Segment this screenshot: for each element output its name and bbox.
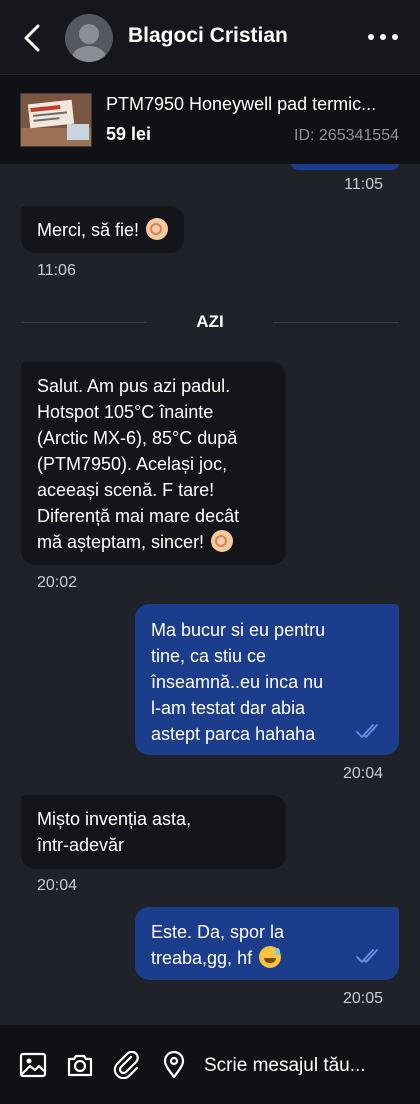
- message-time: 20:05: [342, 990, 383, 1007]
- message-bubble-outgoing: [290, 164, 400, 170]
- more-options-button[interactable]: [368, 28, 398, 46]
- message-composer: Scrie mesajul tău...: [0, 1025, 420, 1104]
- more-horizontal-icon: [368, 34, 374, 40]
- message-text: Mișto invenția asta, într-adevăr: [37, 809, 192, 855]
- message-list[interactable]: 11:05 Merci, să fie! 11:06 AZI Salut. Am…: [0, 164, 420, 1025]
- more-dot: [380, 34, 386, 40]
- image-icon[interactable]: [19, 1051, 47, 1079]
- message-input[interactable]: Scrie mesajul tău...: [204, 1051, 404, 1081]
- product-thumbnail: [20, 93, 92, 147]
- divider-line-right: [273, 322, 399, 323]
- message-bubble-incoming[interactable]: Mișto invenția asta, într-adevăr: [21, 795, 286, 869]
- message-bubble-incoming[interactable]: Merci, să fie!: [21, 206, 185, 253]
- message-time: 11:05: [344, 176, 383, 193]
- message-bubble-incoming[interactable]: Salut. Am pus azi padul. Hotspot 105°C î…: [21, 362, 286, 565]
- listing-id: ID: 265341554: [294, 127, 399, 144]
- paperclip-icon[interactable]: [113, 1051, 141, 1079]
- user-icon: [65, 14, 113, 62]
- message-text: Salut. Am pus azi padul. Hotspot 105°C î…: [37, 376, 240, 552]
- avatar[interactable]: [65, 14, 113, 62]
- message-text: Ma bucur si eu pentru tine, ca stiu ce î…: [151, 620, 326, 744]
- double-check-icon: [356, 949, 378, 963]
- chat-header: Blagoci Cristian: [0, 0, 420, 74]
- back-button[interactable]: [18, 22, 46, 54]
- more-dot: [392, 34, 398, 40]
- message-time: 11:06: [37, 262, 76, 279]
- listing-title: PTM7950 Honeywell pad termic...: [106, 94, 377, 114]
- location-pin-icon[interactable]: [160, 1051, 188, 1079]
- listing-price: 59 lei: [106, 124, 152, 144]
- message-text: Merci, să fie!: [37, 220, 140, 240]
- message-time: 20:04: [37, 877, 78, 894]
- grinning-sweat-icon: [259, 946, 282, 968]
- message-time: 20:04: [342, 765, 383, 782]
- contact-name[interactable]: Blagoci Cristian: [128, 24, 288, 48]
- camera-icon[interactable]: [66, 1051, 94, 1079]
- listing-card[interactable]: PTM7950 Honeywell pad termic... 59 lei I…: [0, 74, 420, 164]
- chevron-left-icon: [24, 24, 40, 52]
- ok-hand-icon: [146, 218, 169, 240]
- ok-hand-icon: [211, 530, 234, 552]
- message-bubble-outgoing[interactable]: Este. Da, spor la treaba,gg, hf: [135, 907, 399, 980]
- double-check-icon: [356, 724, 378, 738]
- message-time: 20:02: [37, 574, 78, 591]
